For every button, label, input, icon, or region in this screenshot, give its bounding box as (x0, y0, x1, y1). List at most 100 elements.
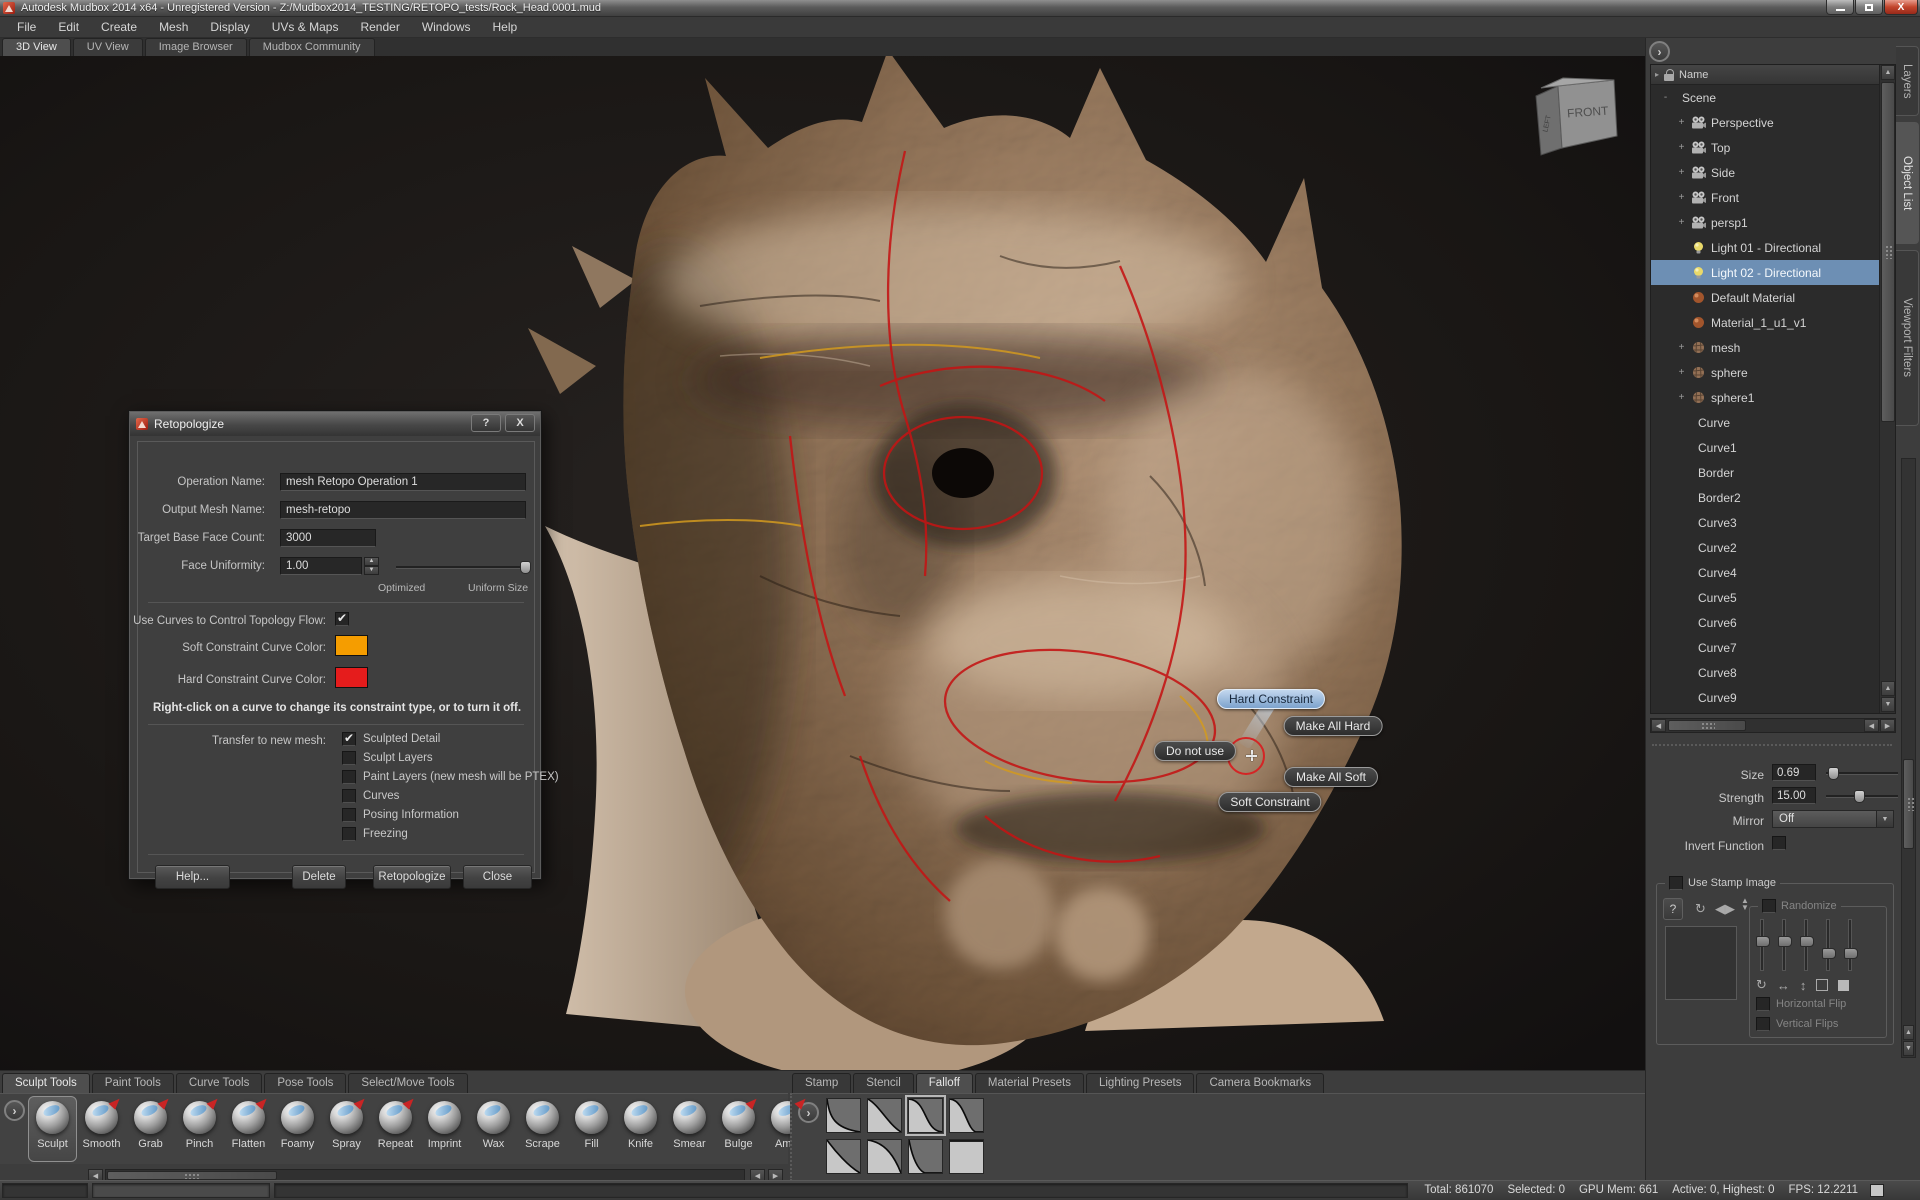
size-slider-handle[interactable] (1828, 767, 1839, 780)
face-uniformity-spinner[interactable]: ▲▼ (364, 557, 379, 575)
rotate-icon[interactable]: ↻ (1695, 901, 1706, 917)
tool-bulge[interactable]: Bulge (714, 1096, 763, 1162)
tree-item-material-1-u1-v1[interactable]: Material_1_u1_v1 (1651, 310, 1879, 335)
menu-render[interactable]: Render (351, 17, 408, 37)
tree-item-scene[interactable]: -Scene (1651, 85, 1879, 110)
checkbox-posing-information[interactable] (342, 808, 356, 822)
tab-uv-view[interactable]: UV View (73, 38, 143, 56)
tree-item-top[interactable]: +Top (1651, 135, 1879, 160)
menu-file[interactable]: File (8, 17, 45, 37)
checkbox-sculpt-layers[interactable] (342, 751, 356, 765)
scroll-up-icon[interactable]: ▲ (1903, 1025, 1914, 1040)
stamp-preview-box[interactable] (1665, 926, 1737, 1000)
strength-slider-handle[interactable] (1854, 790, 1865, 803)
maximize-button[interactable] (1855, 0, 1883, 15)
tree-item-front[interactable]: +Front (1651, 185, 1879, 210)
tree-item-curve1[interactable]: Curve1 (1651, 435, 1879, 460)
tree-item-curve3[interactable]: Curve3 (1651, 510, 1879, 535)
output-mesh-name-input[interactable] (280, 501, 526, 519)
randomize-slider-3[interactable] (1804, 919, 1808, 971)
tree-item-border2[interactable]: Border2 (1651, 485, 1879, 510)
tool-scrape[interactable]: Scrape (518, 1096, 567, 1162)
tool-flatten[interactable]: Flatten (224, 1096, 273, 1162)
tree-vertical-scrollbar[interactable]: ▲ ▲ ▼ (1879, 65, 1895, 713)
strength-input[interactable] (1772, 787, 1816, 804)
vertical-arrows-icon[interactable]: ↕ (1800, 978, 1807, 993)
tab-paint-tools[interactable]: Paint Tools (92, 1073, 174, 1093)
tool-pinch[interactable]: Pinch (175, 1096, 224, 1162)
retopologize-button[interactable]: Retopologize (373, 865, 451, 889)
menu-display[interactable]: Display (201, 17, 258, 37)
falloff-constant[interactable] (949, 1139, 984, 1174)
tool-repeat[interactable]: Repeat (371, 1096, 420, 1162)
face-uniformity-slider[interactable] (396, 566, 530, 569)
dialog-close-button[interactable]: X (505, 414, 535, 432)
tree-item-sphere1[interactable]: +sphere1 (1651, 385, 1879, 410)
tree-item-light-01-directional[interactable]: Light 01 - Directional (1651, 235, 1879, 260)
tree-item-curve5[interactable]: Curve5 (1651, 585, 1879, 610)
lock-icon[interactable] (1663, 69, 1675, 81)
menu-mesh[interactable]: Mesh (150, 17, 197, 37)
tree-item-persp1[interactable]: +persp1 (1651, 210, 1879, 235)
tree-item-perspective[interactable]: +Perspective (1651, 110, 1879, 135)
object-list-header[interactable]: ▸ Name (1651, 65, 1879, 85)
tab-image-browser[interactable]: Image Browser (145, 38, 247, 56)
falloff-s-curve-clipped[interactable] (949, 1098, 984, 1133)
vertical-flip-icon[interactable]: ▲▼ (1741, 897, 1749, 911)
side-tab-layers[interactable]: Layers (1896, 46, 1919, 116)
horizontal-flip-icon[interactable]: ◀▶ (1715, 901, 1735, 917)
expander-icon[interactable]: + (1677, 117, 1686, 128)
hard-constraint-color-swatch[interactable] (335, 667, 368, 688)
marking-menu-item-hard-constraint[interactable]: Hard Constraint (1217, 689, 1325, 709)
color-chip-icon[interactable] (1838, 980, 1849, 991)
slider-handle[interactable] (1844, 948, 1858, 959)
tab-sculpt-tools[interactable]: Sculpt Tools (2, 1073, 90, 1093)
tab-curve-tools[interactable]: Curve Tools (176, 1073, 263, 1093)
randomize-checkbox[interactable] (1762, 899, 1776, 913)
tab-3d-view[interactable]: 3D View (2, 38, 71, 56)
tab-stencil[interactable]: Stencil (853, 1073, 914, 1093)
retopologize-dialog[interactable]: Retopologize ? X Operation Name: Output … (128, 410, 542, 880)
title-bar[interactable]: Autodesk Mudbox 2014 x64 - Unregistered … (0, 0, 1920, 17)
falloff-linear-decay[interactable] (826, 1139, 861, 1174)
tab-lighting-presets[interactable]: Lighting Presets (1086, 1073, 1194, 1093)
expander-icon[interactable]: + (1677, 142, 1686, 153)
operation-name-input[interactable] (280, 473, 526, 491)
tree-scrollbar-thumb[interactable] (1881, 82, 1895, 422)
close-button[interactable]: X (1884, 0, 1918, 15)
shelf-expand-button[interactable]: › (4, 1100, 25, 1121)
dialog-help-button[interactable]: ? (471, 414, 501, 432)
expander-icon[interactable]: + (1677, 342, 1686, 353)
tool-sculpt[interactable]: Sculpt (28, 1096, 77, 1162)
tool-knife[interactable]: Knife (616, 1096, 665, 1162)
soft-constraint-color-swatch[interactable] (335, 635, 368, 656)
help-button[interactable]: Help... (155, 865, 230, 889)
expander-icon[interactable]: + (1677, 217, 1686, 228)
hscrollbar-thumb[interactable] (1668, 720, 1746, 731)
marking-menu-item-soft-constraint[interactable]: Soft Constraint (1218, 792, 1321, 812)
tab-material-presets[interactable]: Material Presets (975, 1073, 1084, 1093)
tree-item-default-material[interactable]: Default Material (1651, 285, 1879, 310)
checkbox-paint-layers-new-mesh-will-be-ptex[interactable] (342, 770, 356, 784)
rotate-icon[interactable]: ↻ (1756, 977, 1767, 993)
tree-horizontal-scrollbar[interactable]: ◀ ◀ ▶ (1650, 718, 1896, 733)
tool-grab[interactable]: Grab (126, 1096, 175, 1162)
slider-handle[interactable] (1756, 936, 1770, 947)
checkbox-curves[interactable] (342, 789, 356, 803)
tree-item-side[interactable]: +Side (1651, 160, 1879, 185)
falloff-smooth-decay[interactable] (867, 1098, 902, 1133)
expander-icon[interactable]: + (1677, 167, 1686, 178)
tab-camera-bookmarks[interactable]: Camera Bookmarks (1196, 1073, 1324, 1093)
tree-item-curve2[interactable]: Curve2 (1651, 535, 1879, 560)
tree-item-curve9[interactable]: Curve9 (1651, 685, 1879, 710)
tree-item-curve4[interactable]: Curve4 (1651, 560, 1879, 585)
side-tab-viewport-filters[interactable]: Viewport Filters (1896, 250, 1919, 426)
horizontal-arrows-icon[interactable]: ↔ (1777, 978, 1790, 993)
scroll-left-icon[interactable]: ◀ (1864, 719, 1879, 732)
scroll-up-icon[interactable]: ▲ (1881, 65, 1895, 80)
target-face-count-input[interactable] (280, 529, 376, 547)
expander-icon[interactable]: + (1677, 192, 1686, 203)
minimize-button[interactable] (1826, 0, 1854, 15)
tree-item-sphere[interactable]: +sphere (1651, 360, 1879, 385)
menu-windows[interactable]: Windows (413, 17, 480, 37)
